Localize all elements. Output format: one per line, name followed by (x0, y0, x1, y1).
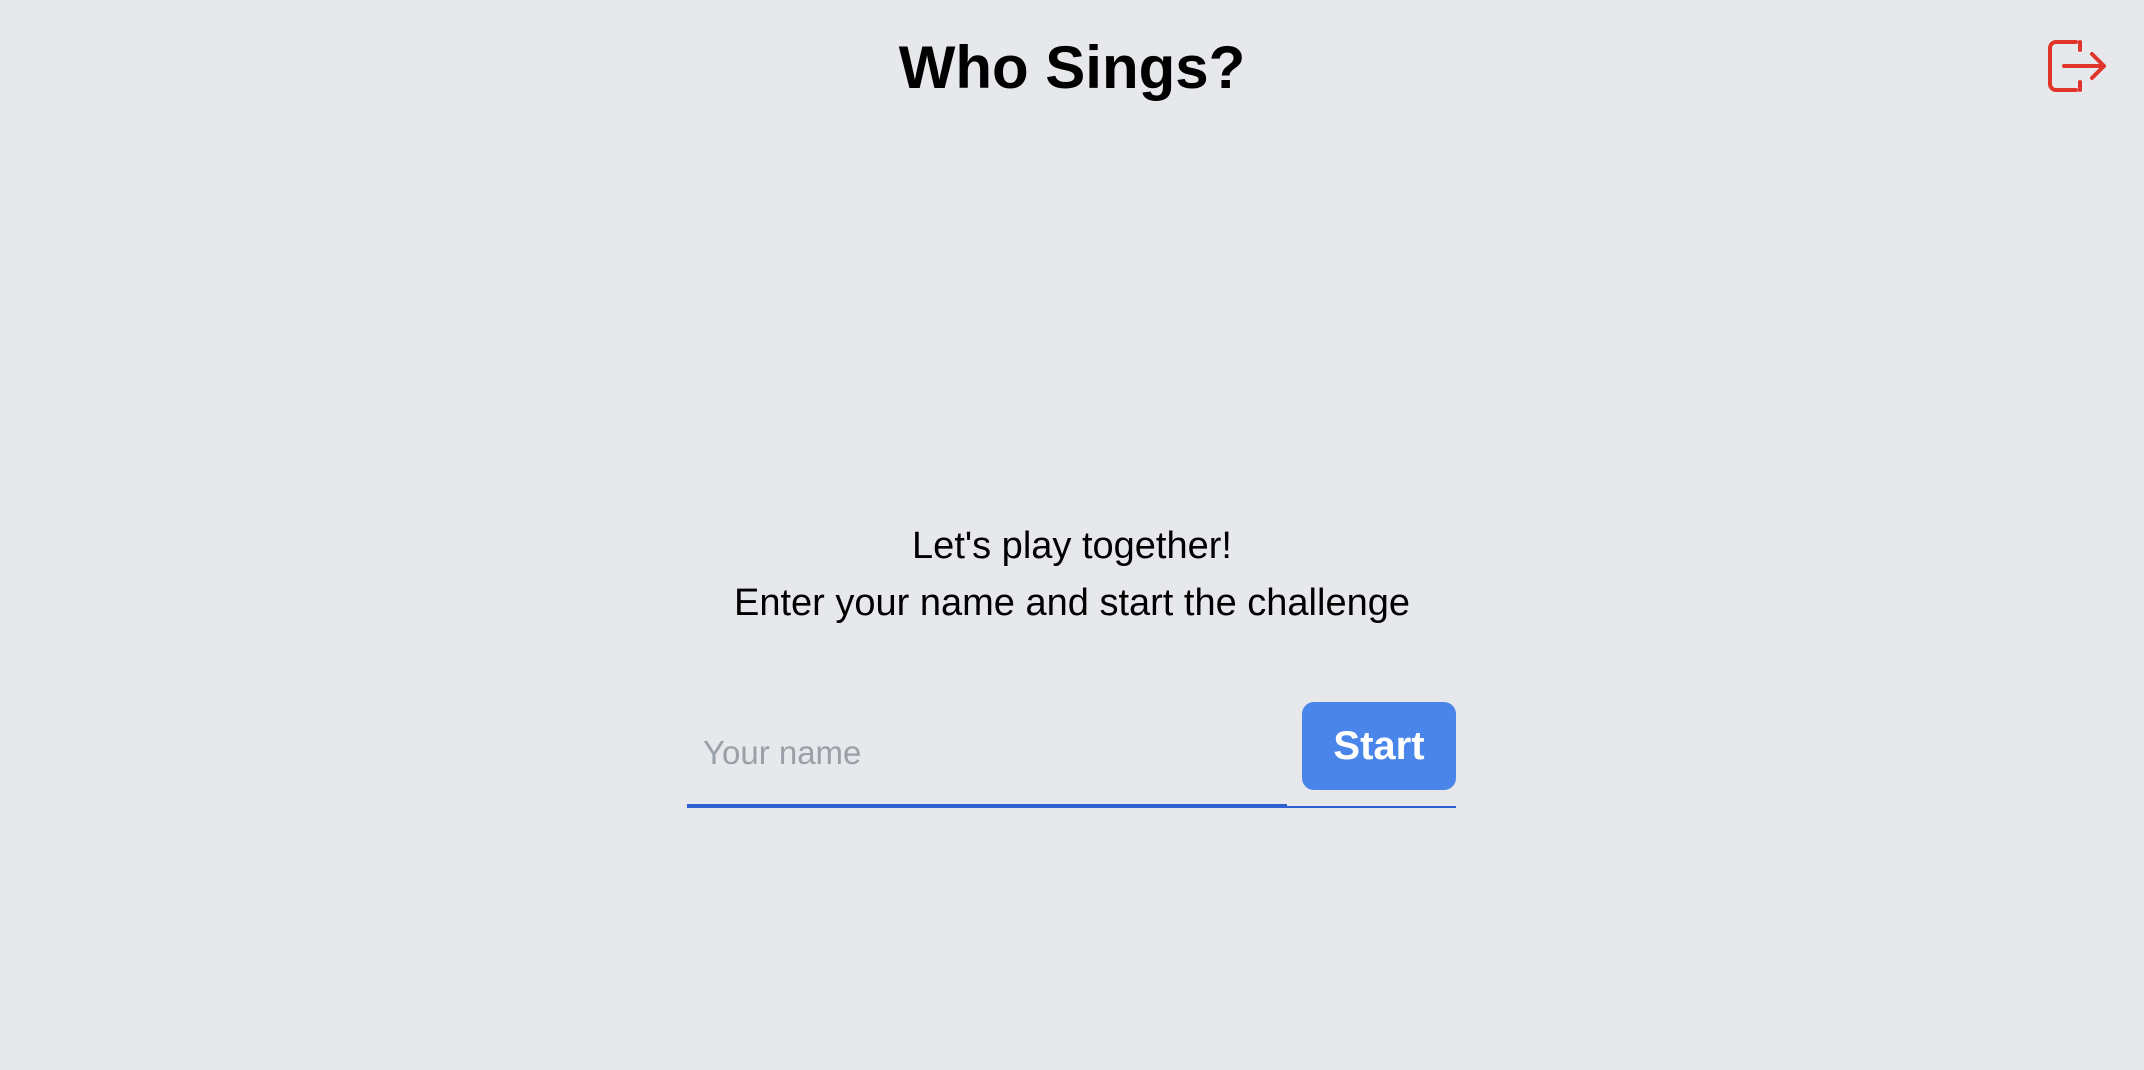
logout-button[interactable] (2046, 38, 2108, 94)
intro-line-1: Let's play together! (912, 525, 1232, 567)
intro-text: Let's play together! Enter your name and… (0, 518, 2144, 632)
page-title: Who Sings? (898, 34, 1246, 101)
intro-line-2: Enter your name and start the challenge (734, 582, 1410, 624)
name-input[interactable] (687, 702, 1287, 806)
start-button[interactable]: Start (1302, 702, 1456, 790)
header: Who Sings? (0, 0, 2144, 140)
logout-icon (2048, 40, 2106, 92)
start-form: Start (687, 702, 1456, 809)
input-underline (687, 806, 1456, 808)
